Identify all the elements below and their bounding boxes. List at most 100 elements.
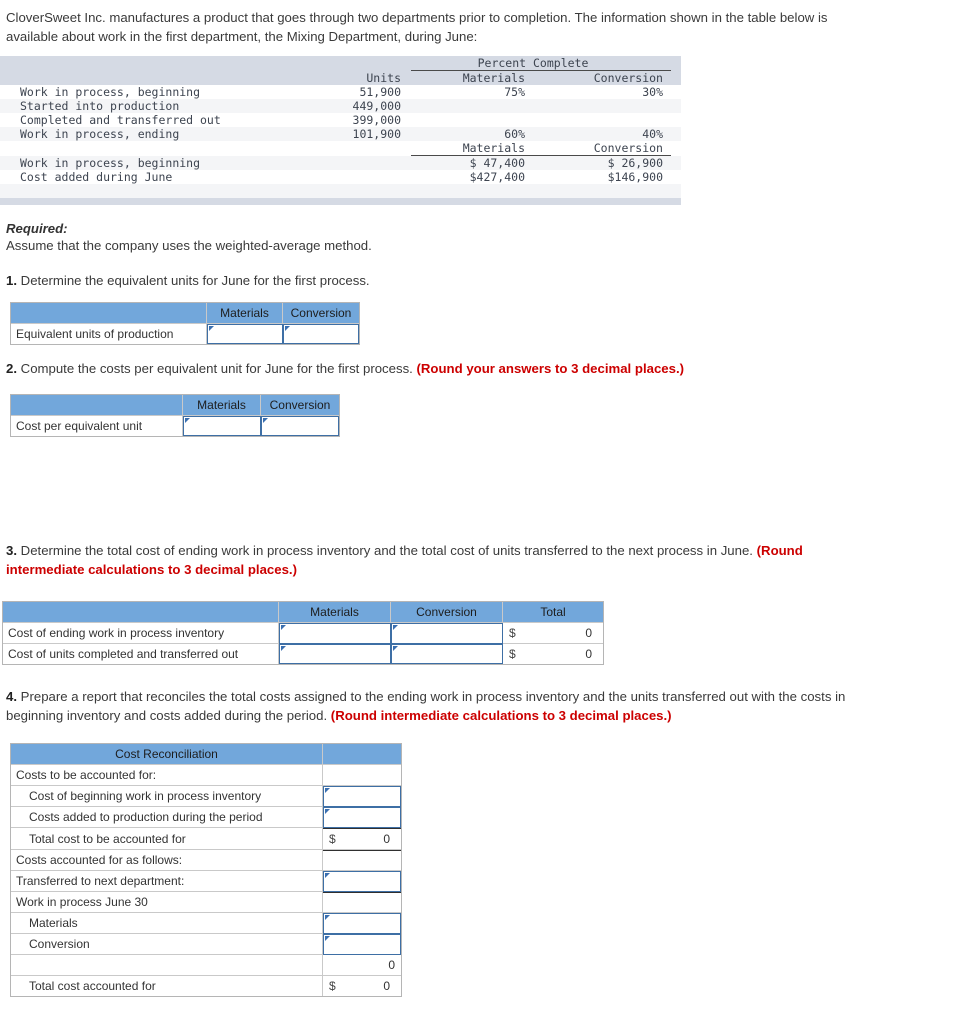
currency-symbol: $ bbox=[509, 647, 516, 661]
table-row: Work in process, beginning 51,900 75% 30… bbox=[0, 85, 681, 99]
header-materials: Materials bbox=[207, 303, 283, 324]
table-header-row: Cost Reconciliation bbox=[11, 744, 401, 765]
row-conversion: $ 26,900 bbox=[607, 156, 663, 170]
question-3-text: 3. Determine the total cost of ending wo… bbox=[0, 541, 880, 579]
group-header-spacer bbox=[0, 56, 291, 71]
cost-header-label-spacer bbox=[0, 141, 291, 156]
row-right-spacer bbox=[671, 156, 681, 171]
row-materials: 60% bbox=[504, 127, 525, 141]
row-right-spacer bbox=[671, 113, 681, 127]
row-conversion bbox=[541, 113, 671, 127]
currency-symbol: $ bbox=[509, 626, 516, 640]
cost-per-unit-materials-input[interactable] bbox=[183, 416, 261, 436]
row-value-empty bbox=[323, 892, 401, 913]
row-label: Cost per equivalent unit bbox=[11, 416, 183, 436]
filler-cell bbox=[411, 184, 541, 198]
row-units: 449,000 bbox=[352, 99, 401, 113]
col-header-units: Units bbox=[366, 70, 401, 85]
cost-reconciliation-title: Cost Reconciliation bbox=[11, 744, 323, 765]
transferred-to-next-department-input[interactable] bbox=[323, 871, 401, 892]
row-units-spacer bbox=[291, 170, 411, 184]
cost-per-equivalent-unit-table: Materials Conversion Cost per equivalent… bbox=[10, 394, 340, 437]
cell-flag-icon bbox=[281, 625, 286, 630]
col-header-materials: Materials bbox=[462, 71, 525, 85]
row-label: Conversion bbox=[11, 934, 323, 955]
total-value: 0 bbox=[383, 979, 390, 993]
equivalent-units-conversion-input[interactable] bbox=[283, 324, 359, 344]
cell-flag-icon bbox=[281, 646, 286, 651]
question-3-body: Determine the total cost of ending work … bbox=[20, 543, 753, 558]
row-label: Cost of ending work in process inventory bbox=[3, 623, 279, 644]
row-conversion: 40% bbox=[642, 127, 663, 141]
table-row: Work in process June 30 bbox=[11, 892, 401, 913]
row-label: Cost added during June bbox=[20, 170, 173, 184]
table-row: Work in process, beginning $ 47,400 $ 26… bbox=[0, 155, 681, 171]
col-header-right-spacer bbox=[671, 71, 681, 86]
header-materials: Materials bbox=[183, 395, 261, 416]
problem-table-column-header-row: Units Materials Conversion bbox=[0, 70, 681, 86]
problem-data-table: Percent Complete Units Materials Convers… bbox=[0, 56, 681, 205]
row-conversion: 30% bbox=[642, 85, 663, 99]
question-4-text: 4. Prepare a report that reconciles the … bbox=[0, 687, 880, 725]
ending-wip-conversion-input[interactable] bbox=[391, 623, 503, 644]
currency-symbol: $ bbox=[329, 979, 336, 993]
cost-header-units-spacer bbox=[291, 141, 411, 156]
row-label: Work in process June 30 bbox=[11, 892, 323, 913]
cell-flag-icon bbox=[325, 873, 330, 878]
row-label: Costs accounted for as follows: bbox=[11, 850, 323, 871]
row-label: Work in process, beginning bbox=[20, 85, 201, 99]
question-1-text: 1. Determine the equivalent units for Ju… bbox=[0, 271, 880, 290]
cell-flag-icon bbox=[185, 418, 190, 423]
group-header-right-spacer bbox=[671, 56, 681, 71]
equivalent-units-materials-input[interactable] bbox=[207, 324, 283, 344]
row-label: Completed and transferred out bbox=[20, 113, 221, 127]
cell-flag-icon bbox=[209, 326, 214, 331]
transferred-out-total-cell: $ 0 bbox=[503, 644, 603, 664]
costs-added-input[interactable] bbox=[323, 807, 401, 828]
cost-reconciliation-table: Cost Reconciliation Costs to be accounte… bbox=[10, 743, 402, 997]
row-label: Started into production bbox=[20, 99, 180, 113]
question-1-number: 1. bbox=[6, 273, 17, 288]
transferred-out-materials-input[interactable] bbox=[279, 644, 391, 664]
row-label bbox=[11, 955, 323, 976]
row-conversion bbox=[541, 99, 671, 113]
ending-wip-materials-input[interactable] bbox=[279, 623, 391, 644]
table-row: 0 bbox=[11, 955, 401, 976]
question-4-number: 4. bbox=[6, 689, 17, 704]
table-row: Started into production 449,000 bbox=[0, 99, 681, 113]
table-row: Completed and transferred out 399,000 bbox=[0, 113, 681, 127]
filler-cell bbox=[541, 184, 671, 198]
problem-table-bottom-bar bbox=[0, 198, 681, 205]
wip-materials-input[interactable] bbox=[323, 913, 401, 934]
problem-table-group-header-row: Percent Complete bbox=[0, 56, 681, 71]
row-label: Total cost to be accounted for bbox=[11, 828, 323, 850]
table-header-row: Materials Conversion bbox=[11, 303, 359, 324]
question-2-text: 2. Compute the costs per equivalent unit… bbox=[0, 359, 880, 378]
header-total: Total bbox=[503, 602, 603, 623]
row-materials: 75% bbox=[504, 85, 525, 99]
question-4-table-wrap: Cost Reconciliation Costs to be accounte… bbox=[0, 743, 969, 997]
row-units-spacer bbox=[291, 156, 411, 171]
row-right-spacer bbox=[671, 85, 681, 99]
table-row: Cost added during June $427,400 $146,900 bbox=[0, 170, 681, 184]
cost-per-unit-conversion-input[interactable] bbox=[261, 416, 339, 436]
table-row: Transferred to next department: bbox=[11, 871, 401, 892]
col-header-conversion: Conversion bbox=[593, 71, 663, 85]
table-row: Cost of units completed and transferred … bbox=[3, 644, 603, 664]
question-1-table-wrap: Materials Conversion Equivalent units of… bbox=[0, 302, 969, 345]
table-row: Materials bbox=[11, 913, 401, 934]
table-row: Cost of beginning work in process invent… bbox=[11, 786, 401, 807]
question-1-body: Determine the equivalent units for June … bbox=[20, 273, 370, 288]
wip-conversion-input[interactable] bbox=[323, 934, 401, 955]
transferred-out-conversion-input[interactable] bbox=[391, 644, 503, 664]
total-cost-to-be-accounted-cell: $ 0 bbox=[323, 828, 401, 850]
header-conversion: Conversion bbox=[391, 602, 503, 623]
beginning-wip-cost-input[interactable] bbox=[323, 786, 401, 807]
percent-complete-header: Percent Complete bbox=[411, 56, 671, 71]
question-2-number: 2. bbox=[6, 361, 17, 376]
row-conversion: $146,900 bbox=[607, 170, 663, 184]
row-label: Transferred to next department: bbox=[11, 871, 323, 892]
question-3-number: 3. bbox=[6, 543, 17, 558]
row-label: Materials bbox=[11, 913, 323, 934]
table-header-row: Materials Conversion bbox=[11, 395, 339, 416]
